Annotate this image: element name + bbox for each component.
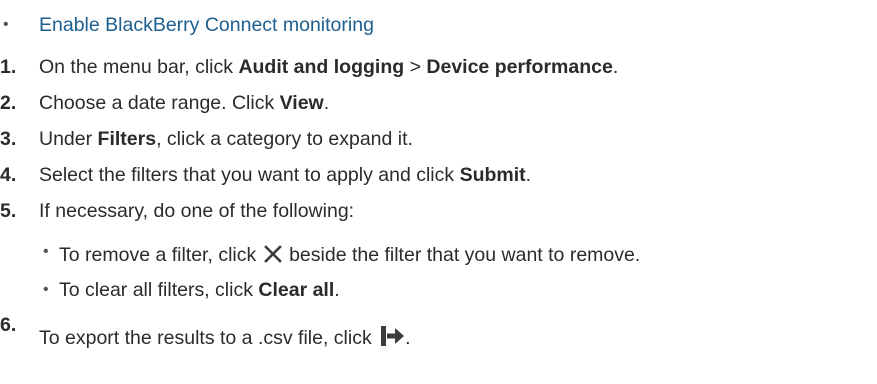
step-text-period: .: [405, 327, 411, 349]
ui-term-filters: Filters: [97, 128, 157, 150]
substep-text-part: .: [334, 279, 340, 301]
step-number: 3.: [0, 128, 17, 150]
bullet-marker: •: [43, 243, 49, 260]
ui-term-audit-and-logging: Audit and logging: [238, 56, 405, 78]
step-number: 6.: [0, 314, 17, 336]
bullet-marker: •: [3, 16, 9, 33]
substep-text-part: beside the filter that you want to remov…: [283, 244, 641, 266]
ui-term-device-performance: Device performance: [426, 56, 613, 78]
step-number: 2.: [0, 92, 17, 114]
step-text-part: Under: [39, 128, 98, 150]
step-text-part: .: [525, 164, 532, 186]
step-text: If necessary, do one of the following:: [39, 200, 355, 222]
ui-term-view: View: [279, 92, 324, 114]
step-text: Choose a date range. Click View.: [39, 91, 329, 115]
step-text-part: Select the filters that you want to appl…: [39, 164, 460, 186]
step-number: 5.: [0, 200, 17, 222]
export-arrow-icon: [381, 326, 405, 346]
step-text: On the menu bar, click Audit and logging…: [39, 55, 618, 79]
step-number: 1.: [0, 56, 17, 78]
substep-text: To remove a filter, click beside the fil…: [59, 243, 640, 267]
step-text: Select the filters that you want to appl…: [39, 163, 531, 187]
step-number: 4.: [0, 164, 17, 186]
substep-text-part: To remove a filter, click: [59, 244, 262, 266]
ui-term-submit: Submit: [459, 164, 526, 186]
step-text-part: , click a category to expand it.: [156, 128, 413, 150]
enable-blackberry-connect-monitoring-link[interactable]: Enable BlackBerry Connect monitoring: [39, 13, 374, 37]
step-text-part: .: [612, 56, 619, 78]
step-text-part: .: [323, 92, 330, 114]
step-text: Under Filters, click a category to expan…: [39, 127, 413, 151]
step-text: To export the results to a .csv file, cl…: [39, 324, 411, 350]
close-x-icon: [263, 245, 282, 263]
ui-term-clear-all: Clear all: [258, 279, 335, 301]
step-text-separator: >: [404, 56, 427, 78]
document-body: • Enable BlackBerry Connect monitoring 1…: [0, 0, 877, 384]
step-text-part: On the menu bar, click: [39, 56, 239, 78]
step-text-part: To export the results to a .csv file, cl…: [39, 327, 378, 349]
substep-text-part: To clear all filters, click: [59, 279, 259, 301]
step-text-part: Choose a date range. Click: [39, 92, 280, 114]
substep-text: To clear all filters, click Clear all.: [59, 278, 340, 302]
bullet-marker: •: [43, 281, 49, 298]
